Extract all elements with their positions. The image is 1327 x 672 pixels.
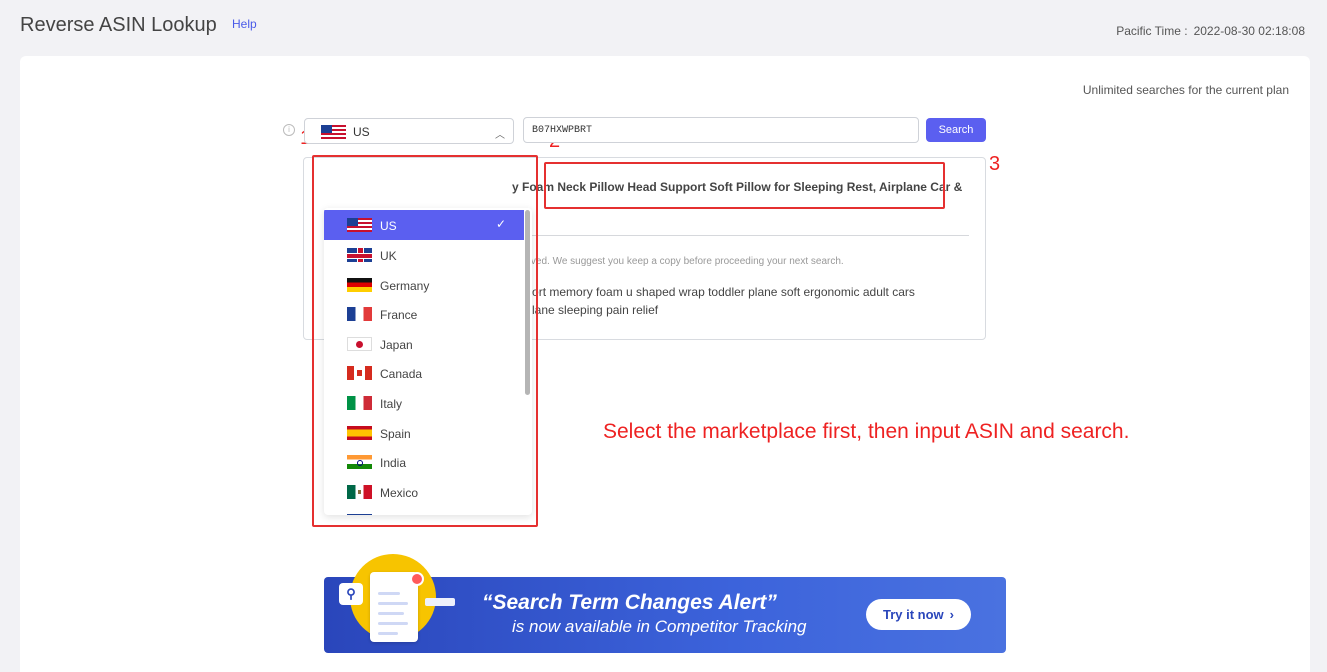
banner-headline: “Search Term Changes Alert” — [482, 591, 777, 614]
keyword-line: upport memory foam u shaped wrap toddler… — [512, 285, 915, 299]
try-it-now-label: Try it now — [882, 607, 944, 622]
search-button[interactable]: Search — [926, 118, 986, 142]
tag-icon — [425, 598, 455, 606]
banner-subline: is now available in Competitor Tracking — [512, 617, 807, 636]
annotation-step-3: 3 — [989, 153, 1001, 175]
page-header: Reverse ASIN Lookup Help Pacific Time : 2… — [0, 0, 1327, 56]
asin-input[interactable] — [523, 117, 919, 143]
divider — [512, 235, 969, 236]
pacific-time-value: 2022-08-30 02:18:08 — [1193, 24, 1305, 38]
keyword-line: airplane sleeping pain relief — [512, 303, 659, 317]
save-note: e saved. We suggest you keep a copy befo… — [512, 256, 844, 267]
instruction-text: Select the marketplace first, then input… — [603, 420, 1130, 443]
marketplace-select[interactable]: US ︿ — [304, 118, 514, 144]
help-link[interactable]: Help — [232, 17, 257, 31]
us-flag-icon — [321, 125, 346, 139]
pacific-time: Pacific Time : 2022-08-30 02:18:08 — [1116, 24, 1305, 38]
highlight-box-asin — [544, 162, 945, 209]
marketplace-selected-label: US — [353, 125, 370, 139]
chevron-right-icon: › — [949, 607, 954, 622]
info-icon: i — [283, 124, 295, 136]
keyword-list: upport memory foam u shaped wrap toddler… — [512, 283, 957, 319]
chevron-up-icon: ︿ — [495, 130, 505, 141]
highlight-box-marketplace — [312, 155, 538, 527]
page-title: Reverse ASIN Lookup — [20, 14, 217, 36]
pacific-time-label: Pacific Time : — [1116, 24, 1188, 38]
try-it-now-button[interactable]: Try it now › — [866, 599, 971, 630]
plan-note: Unlimited searches for the current plan — [1082, 83, 1289, 97]
search-icon: ⚲ — [339, 583, 363, 605]
notification-icon — [410, 572, 424, 586]
